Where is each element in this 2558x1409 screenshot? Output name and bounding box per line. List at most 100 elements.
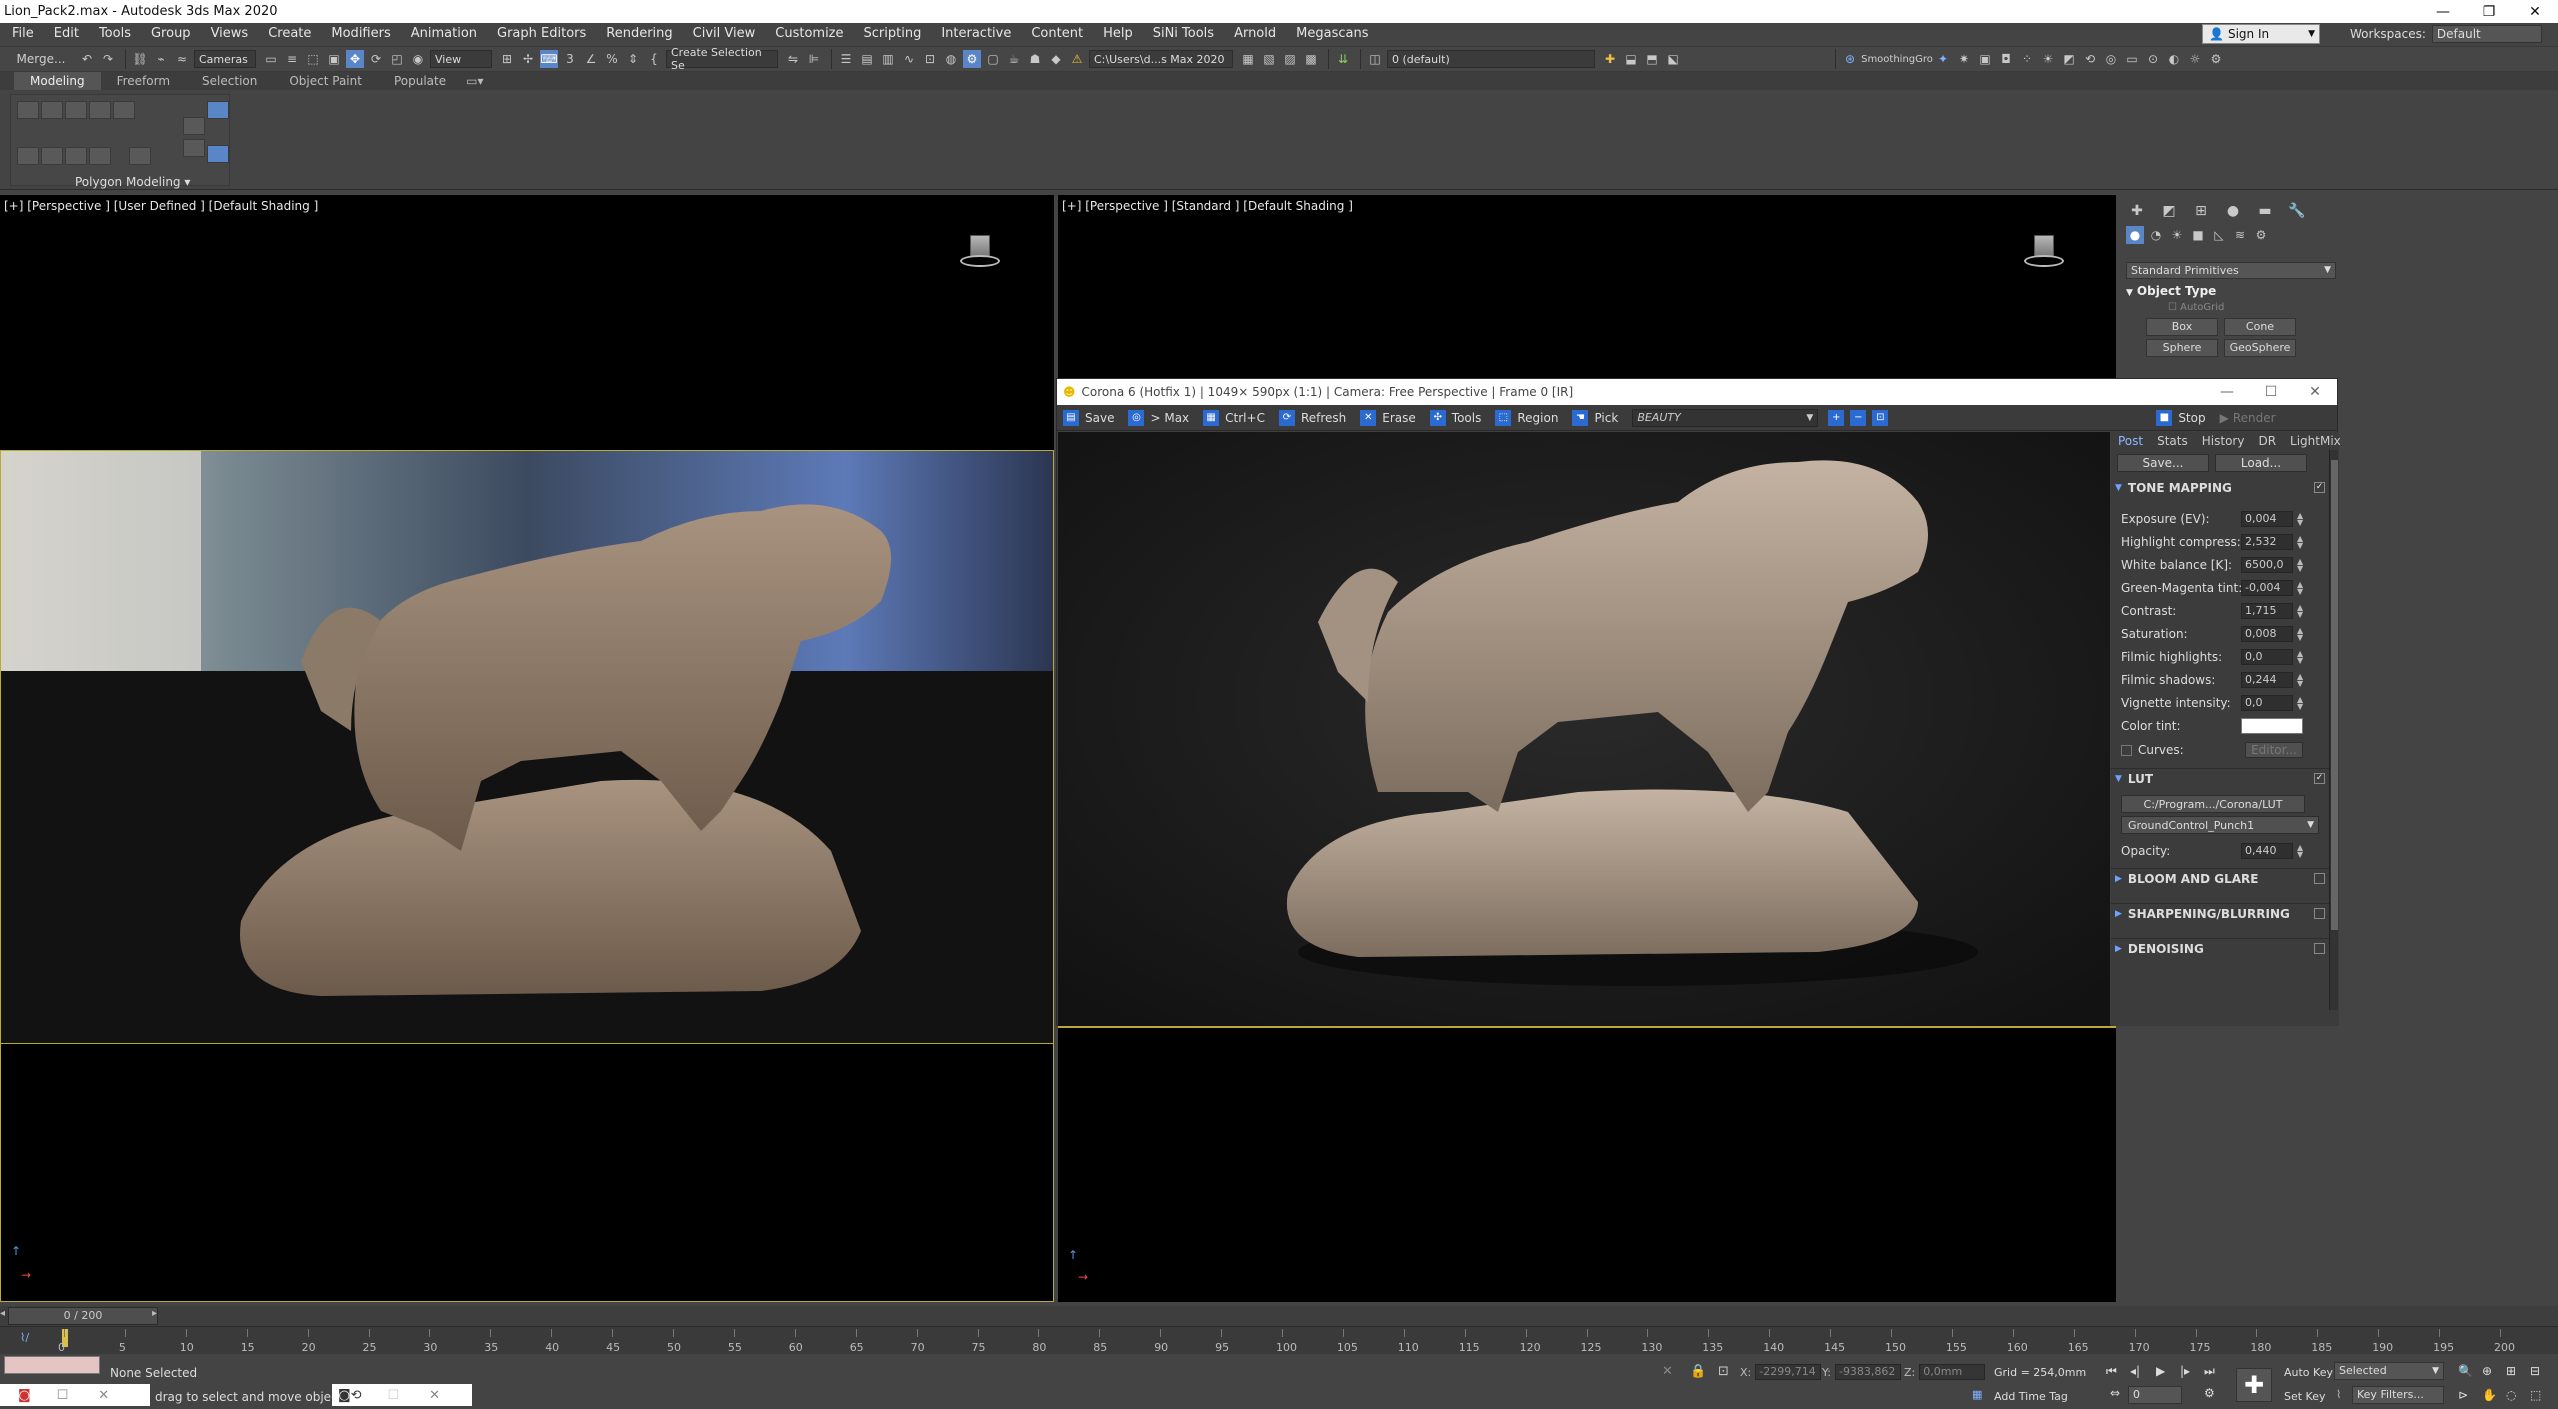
- menu-create[interactable]: Create: [258, 23, 321, 45]
- corona-light-icon[interactable]: ✷: [1955, 50, 1973, 68]
- tab-selection[interactable]: Selection: [186, 72, 273, 90]
- vfb-minimize-button[interactable]: —: [2205, 384, 2249, 400]
- lut-opacity-input[interactable]: 0,440: [2241, 843, 2293, 859]
- corona-render-icon[interactable]: ⊙: [2144, 50, 2162, 68]
- corona-material-icon[interactable]: ◎: [2102, 50, 2120, 68]
- corona-scatter-icon[interactable]: ⁘: [2018, 50, 2036, 68]
- key-mode-icon[interactable]: ⇔: [2110, 1386, 2120, 1400]
- pivot-icon[interactable]: ⊞: [498, 50, 516, 68]
- bloom-glare-section[interactable]: ▶ BLOOM AND GLARE: [2111, 868, 2331, 888]
- select-move-icon[interactable]: ✥: [346, 50, 364, 68]
- sharpening-checkbox[interactable]: [2314, 908, 2325, 919]
- tone-mapping-section[interactable]: ▼ TONE MAPPING ✓: [2111, 478, 2331, 498]
- close-icon[interactable]: ✕: [98, 1388, 109, 1403]
- toggle-command-panel-icon[interactable]: [89, 147, 111, 165]
- hierarchy-tab-icon[interactable]: ⊞: [2190, 202, 2212, 220]
- 3dsmax-taskbar-icon[interactable]: ◙: [18, 1388, 31, 1403]
- lights-icon[interactable]: ☀: [2168, 226, 2186, 244]
- chevron-double-down-icon[interactable]: ⇊: [1334, 50, 1352, 68]
- render-activeshade-icon[interactable]: ◆: [1047, 50, 1065, 68]
- ribbon-toggle-icon[interactable]: ▥: [879, 50, 897, 68]
- vfb-stop-button[interactable]: ■ Stop: [2156, 409, 2206, 426]
- unlink-icon[interactable]: ⌁: [152, 50, 170, 68]
- menu-tools[interactable]: Tools: [89, 23, 141, 45]
- viewport-top-left[interactable]: [+] [Perspective ] [User Defined ] [Defa…: [0, 195, 1054, 450]
- render-iterative-icon[interactable]: ☗: [1026, 50, 1044, 68]
- merge-button[interactable]: Merge...: [6, 49, 76, 69]
- link-icon[interactable]: ⛓: [131, 50, 149, 68]
- sharpening-section[interactable]: ▶ SHARPENING/BLURRING: [2111, 903, 2331, 923]
- spinner-icon[interactable]: ▲ ▼: [2297, 558, 2303, 573]
- current-frame-input[interactable]: 0: [2128, 1386, 2182, 1404]
- tone-mapping-checkbox[interactable]: ✓: [2314, 482, 2325, 493]
- orbit-icon[interactable]: ◌: [2506, 1388, 2516, 1402]
- spinner-icon[interactable]: ▲ ▼: [2297, 650, 2303, 665]
- mirror-icon[interactable]: ⇋: [784, 50, 802, 68]
- border-icon[interactable]: [89, 101, 111, 119]
- lut-path-button[interactable]: C:/Program.../Corona/LUT: [2121, 795, 2305, 813]
- corona-taskbar-icon[interactable]: ◙⟲: [338, 1388, 362, 1403]
- contrast-input[interactable]: 1,715: [2241, 603, 2293, 619]
- warning-icon[interactable]: ⚠: [1068, 50, 1086, 68]
- viewcube-icon[interactable]: [960, 235, 1000, 271]
- viewport-perspective-active[interactable]: [0, 450, 1054, 1044]
- viewport-label-top-left[interactable]: [+] [Perspective ] [User Defined ] [Defa…: [4, 199, 318, 213]
- menu-modifiers[interactable]: Modifiers: [321, 23, 400, 45]
- lut-section[interactable]: ▼ LUT ✓: [2111, 768, 2331, 788]
- go-to-start-icon[interactable]: ⏮: [2106, 1364, 2117, 1379]
- absolute-mode-icon[interactable]: ⊡: [1718, 1364, 1729, 1379]
- maximize-viewport-icon[interactable]: ⬚: [2530, 1388, 2541, 1402]
- spinner-snap-icon[interactable]: ⇕: [624, 50, 642, 68]
- save-file-icon[interactable]: ▨: [1281, 50, 1299, 68]
- region-select-icon[interactable]: ⬚: [304, 50, 322, 68]
- filmic-highlights-input[interactable]: 0,0: [2241, 649, 2293, 665]
- tab-object-paint[interactable]: Object Paint: [273, 72, 378, 90]
- stack-icon[interactable]: [183, 139, 205, 157]
- menu-sini-tools[interactable]: SiNi Tools: [1143, 23, 1224, 45]
- smoothing-groups-icon[interactable]: ⊛: [1841, 50, 1859, 68]
- previous-frame-icon[interactable]: ◂|: [2130, 1364, 2140, 1378]
- restore-button[interactable]: ❐: [2466, 0, 2512, 23]
- vfb-save-button[interactable]: ▤ Save: [1063, 409, 1114, 426]
- edge-icon[interactable]: [65, 101, 87, 119]
- modify-tab-icon[interactable]: ◩: [2158, 202, 2180, 220]
- viewport-label-top-right[interactable]: [+] [Perspective ] [Standard ] [Default …: [1062, 199, 1353, 213]
- show-end-result-icon[interactable]: [207, 145, 229, 163]
- white-balance-input[interactable]: 6500,0: [2241, 557, 2293, 573]
- next-frame-icon[interactable]: |▸: [2180, 1364, 2190, 1378]
- exposure-input[interactable]: 0,004: [2241, 511, 2293, 527]
- systems-icon[interactable]: ⚙: [2252, 226, 2270, 244]
- bind-space-warp-icon[interactable]: ≈: [173, 50, 191, 68]
- close-button[interactable]: ✕: [2512, 0, 2558, 23]
- select-object-icon[interactable]: ▭: [262, 50, 280, 68]
- rotate-icon[interactable]: ⟳: [367, 50, 385, 68]
- reference-coordinate-dropdown[interactable]: View: [430, 50, 492, 68]
- spinner-icon[interactable]: ▲ ▼: [2297, 604, 2303, 619]
- vfb-pick-button[interactable]: ☚ Pick: [1572, 409, 1618, 426]
- space-warps-icon[interactable]: ≋: [2231, 226, 2249, 244]
- scale-icon[interactable]: ◰: [388, 50, 406, 68]
- zoom-in-icon[interactable]: +: [1828, 409, 1845, 426]
- menu-rendering[interactable]: Rendering: [596, 23, 682, 45]
- layer-properties-icon[interactable]: ⬕: [1664, 50, 1682, 68]
- tab-freeform[interactable]: Freeform: [101, 72, 186, 90]
- saturation-input[interactable]: 0,008: [2241, 626, 2293, 642]
- key-filters-button[interactable]: Key Filters...: [2352, 1386, 2444, 1404]
- vignette-intensity-input[interactable]: 0,0: [2241, 695, 2293, 711]
- isolate-icon[interactable]: ✕: [1662, 1364, 1673, 1379]
- layer-manager-icon[interactable]: ◫: [1366, 50, 1384, 68]
- restore-icon[interactable]: ☐: [388, 1388, 400, 1403]
- light-icon[interactable]: ✦: [1934, 50, 1952, 68]
- smoothing-groups-label[interactable]: SmoothingGro: [1861, 49, 1933, 69]
- corona-settings-icon[interactable]: ⚙: [2207, 50, 2225, 68]
- track-bar[interactable]: ⌇∕ 0 5 10 15 20 25 30 35 40 45 50 55 60 65 70 75 80 85 90 9…: [0, 1326, 2558, 1354]
- y-input[interactable]: -9383,862: [1834, 1364, 1901, 1380]
- curves-checkbox[interactable]: [2121, 744, 2132, 756]
- restore-icon[interactable]: ☐: [57, 1388, 69, 1403]
- scene-explorer-icon[interactable]: ☰: [837, 50, 855, 68]
- schematic-view-icon[interactable]: ⊡: [921, 50, 939, 68]
- render-pass-dropdown[interactable]: BEAUTY ▼: [1632, 408, 1819, 427]
- undo-icon[interactable]: ↶: [78, 50, 96, 68]
- menu-arnold[interactable]: Arnold: [1224, 23, 1286, 45]
- select-layer-objects-icon[interactable]: ⬓: [1622, 50, 1640, 68]
